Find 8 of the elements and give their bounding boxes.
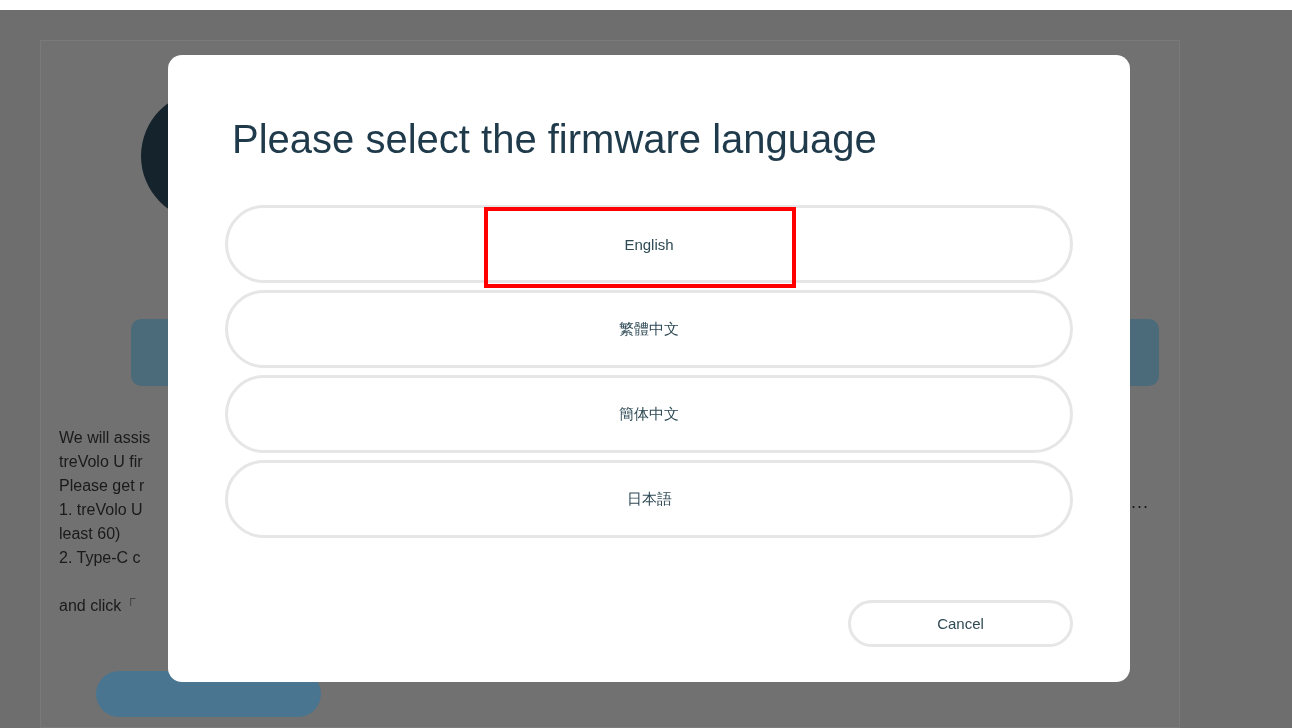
dialog-title: Please select the firmware language <box>232 116 878 163</box>
ellipsis-text: ... <box>1131 492 1149 513</box>
language-option[interactable]: 日本語 <box>225 460 1073 538</box>
language-option[interactable]: 繁體中文 <box>225 290 1073 368</box>
intro-text: We will assis treVolo U fir Please get r 1. treVolo U least 60) 2. Type-C c <box>59 428 151 568</box>
cancel-button[interactable]: Cancel <box>848 600 1073 647</box>
instruction-text: and click「 <box>59 596 138 616</box>
language-option[interactable]: 簡体中文 <box>225 375 1073 453</box>
